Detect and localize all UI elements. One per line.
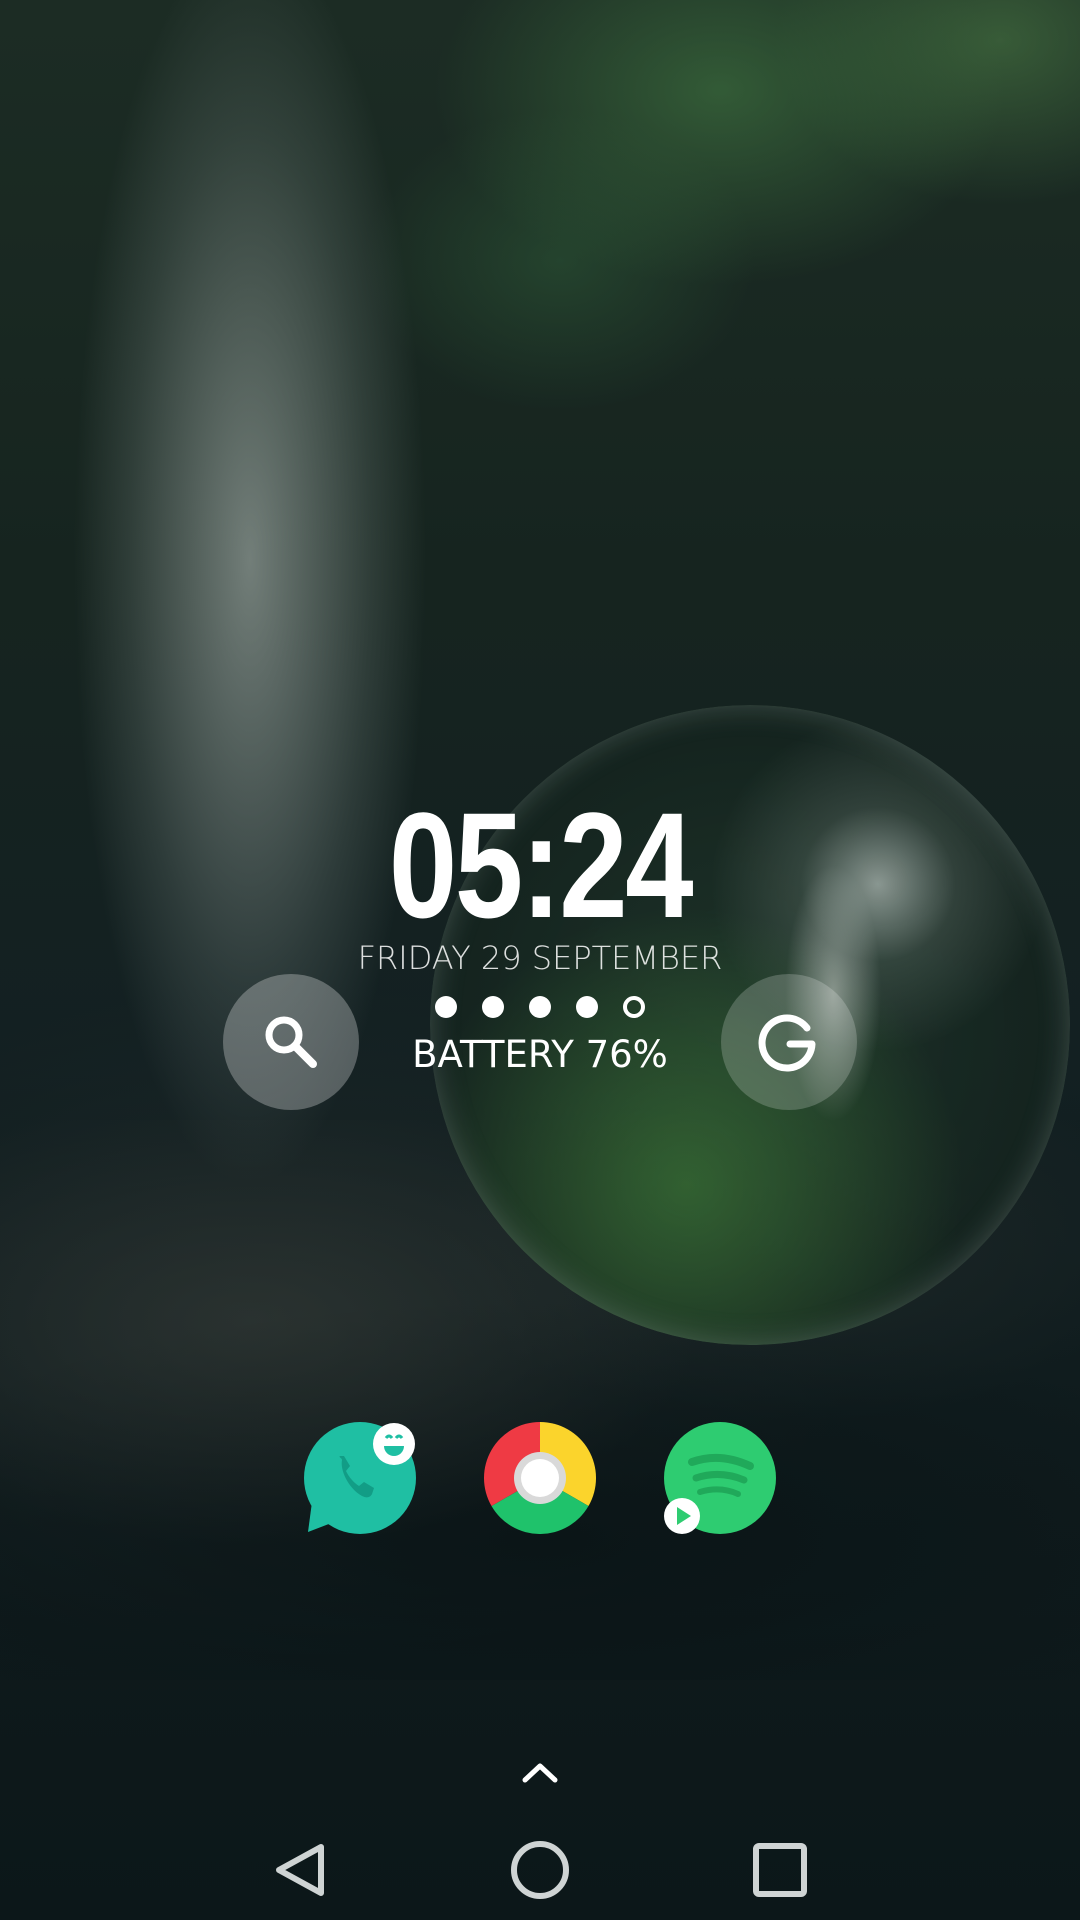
navigation-bar: [0, 1815, 1080, 1920]
battery-dot-filled: [576, 996, 598, 1018]
clock-date: FRIDAY 29 SEPTEMBER: [357, 939, 723, 977]
battery-dot-empty: [623, 996, 645, 1018]
google-button[interactable]: [721, 974, 857, 1110]
battery-dot-filled: [435, 996, 457, 1018]
smiley-icon: [373, 1423, 415, 1465]
search-button[interactable]: [223, 974, 359, 1110]
battery-dot-filled: [482, 996, 504, 1018]
clock-time[interactable]: 05:24: [97, 790, 983, 940]
chrome-icon: [483, 1422, 597, 1535]
battery-dots: [0, 996, 1080, 1018]
chrome-app-icon[interactable]: [483, 1422, 597, 1535]
search-icon: [265, 1016, 317, 1068]
back-button[interactable]: [265, 1835, 335, 1905]
spotify-icon: [664, 1422, 776, 1534]
phone-app-icon[interactable]: [304, 1422, 416, 1534]
home-screen: 05:24 FRIDAY 29 SEPTEMBER BATTERY 76%: [0, 0, 1080, 1920]
chevron-up-icon[interactable]: [520, 1758, 560, 1786]
battery-dot-filled: [529, 996, 551, 1018]
battery-label: BATTERY 76%: [412, 1033, 668, 1076]
home-button[interactable]: [505, 1835, 575, 1905]
google-icon: [758, 1014, 816, 1072]
spotify-app-icon[interactable]: [664, 1422, 776, 1534]
phone-icon: [304, 1422, 416, 1534]
recents-button[interactable]: [745, 1835, 815, 1905]
